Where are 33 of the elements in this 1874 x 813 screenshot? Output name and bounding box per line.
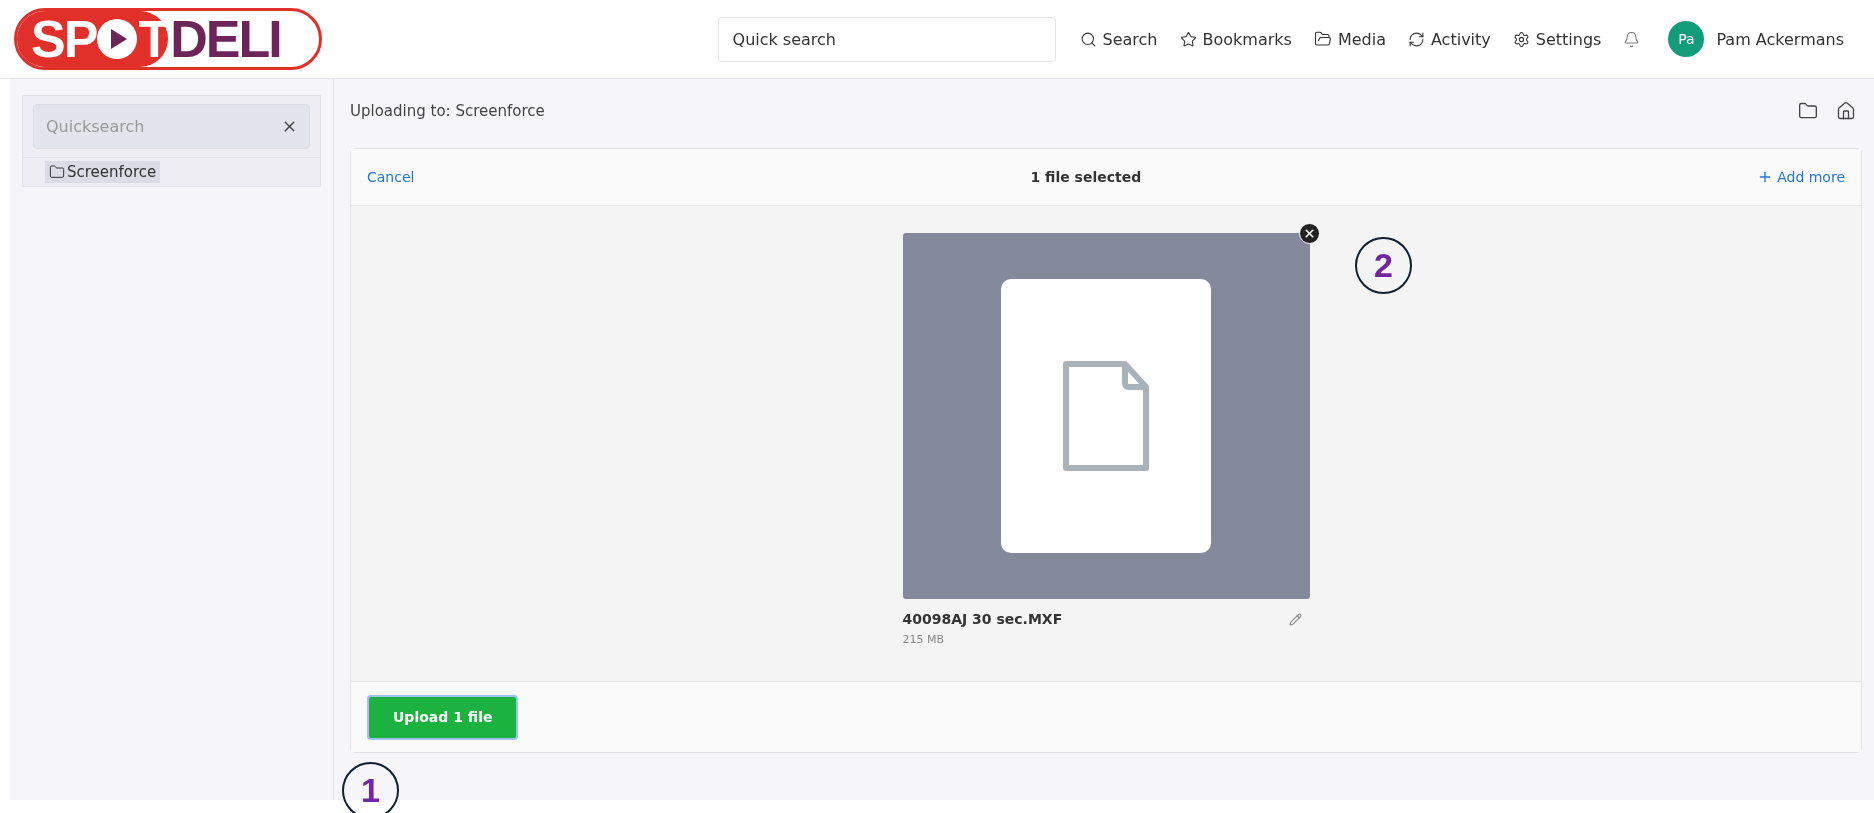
nav-link[interactable]: Settings: [1512, 29, 1602, 49]
document-icon: [1063, 361, 1149, 471]
settings-icon: [1512, 30, 1530, 48]
folder-icon: [1313, 30, 1332, 48]
file-size: 215 MB: [902, 633, 946, 646]
folder-tree-item[interactable]: Screenforce: [45, 161, 161, 183]
folder-icon[interactable]: [1798, 101, 1818, 121]
folder-icon: [49, 164, 65, 180]
add-more-link[interactable]: Add more: [1757, 169, 1845, 185]
arrows-icon: [1407, 30, 1425, 48]
nav-link[interactable]: Activity: [1407, 29, 1491, 49]
close-icon: [1302, 227, 1316, 240]
selection-status: 1 file selected: [1029, 169, 1143, 185]
pencil-icon[interactable]: [1288, 612, 1302, 626]
logo-text: SP: [31, 11, 97, 67]
home-icon[interactable]: [1836, 101, 1856, 121]
file-name: 40098AJ 30 sec.MXF: [902, 611, 1063, 627]
step-marker: 2: [1355, 237, 1412, 294]
search-icon: [1079, 30, 1097, 48]
cancel-link[interactable]: Cancel: [367, 169, 415, 185]
nav-link[interactable]: Bookmarks: [1179, 29, 1292, 49]
bell-icon[interactable]: [1623, 30, 1641, 48]
user-name[interactable]: Pam Ackermans: [1716, 29, 1844, 49]
nav-link[interactable]: Media: [1313, 29, 1386, 49]
quick-search-field[interactable]: Quick search: [717, 16, 1056, 62]
nav-link[interactable]: Search: [1079, 29, 1158, 49]
star-icon: [1179, 30, 1197, 48]
play-icon: [96, 18, 139, 60]
logo-text: DELI: [169, 11, 281, 67]
step-marker: 1: [342, 762, 399, 813]
quicksearch-field[interactable]: Quicksearch: [33, 104, 310, 149]
remove-file-button[interactable]: [1298, 223, 1320, 244]
upload-destination: Uploading to: Screenforce: [350, 102, 545, 120]
